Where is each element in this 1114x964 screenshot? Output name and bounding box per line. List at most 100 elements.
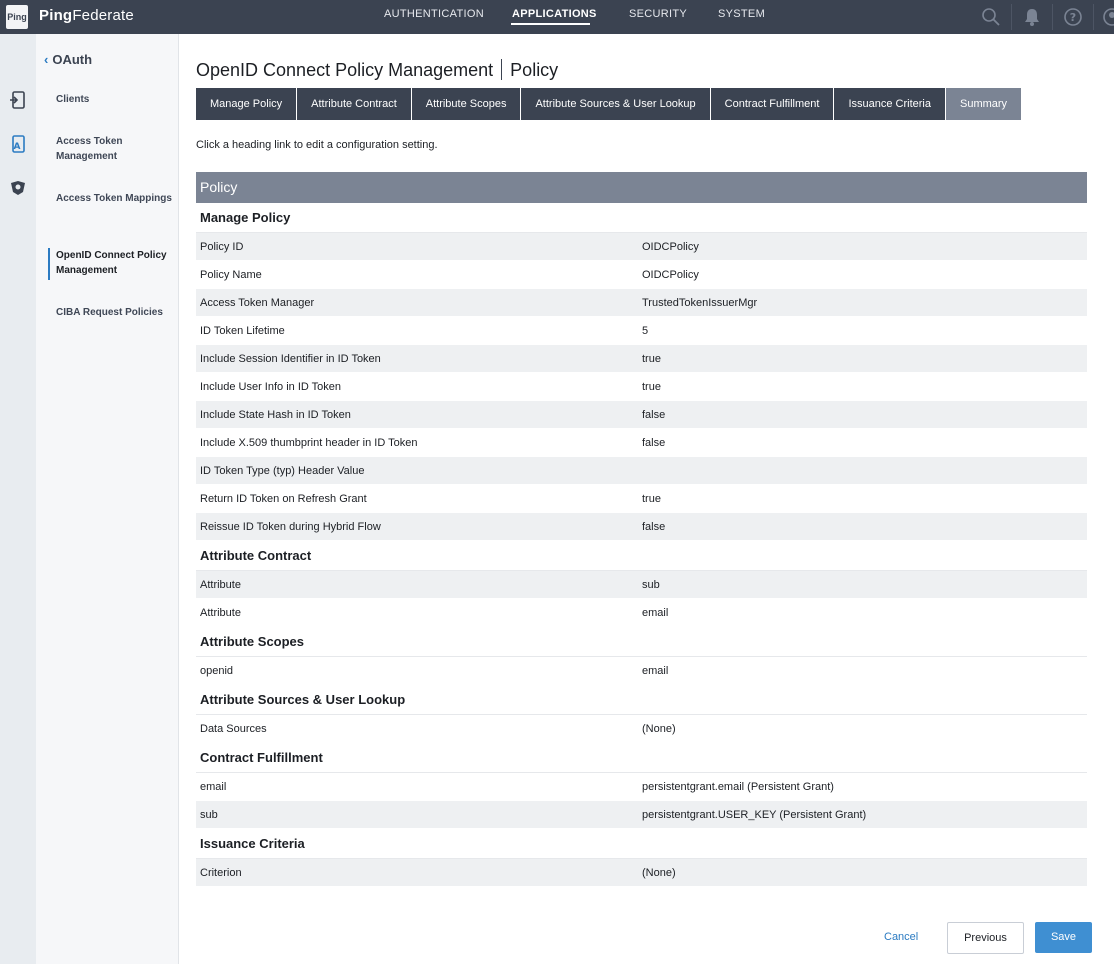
table-row: Reissue ID Token during Hybrid Flow false [196,513,1087,541]
nav-security[interactable]: SECURITY [629,8,687,20]
row-key: email [200,781,227,793]
row-key: Data Sources [200,723,267,735]
table-row: Policy Name OIDCPolicy [196,261,1087,289]
table-row: Include State Hash in ID Token false [196,401,1087,429]
back-label: OAuth [52,52,93,67]
app-phone-icon[interactable] [8,90,28,110]
federation-hub-icon[interactable] [8,178,28,198]
icon-rail: A [0,34,36,964]
top-separator [1052,4,1053,30]
tab-attribute-sources-user-lookup[interactable]: Attribute Sources & User Lookup [521,88,711,120]
help-icon[interactable]: ? [1063,7,1083,27]
svg-text:?: ? [1070,11,1076,24]
row-key: Access Token Manager [200,297,315,309]
row-value: true [642,493,661,505]
row-key: Policy Name [200,269,262,281]
previous-button[interactable]: Previous [947,922,1024,954]
row-key: Return ID Token on Refresh Grant [200,493,367,505]
nav-system[interactable]: SYSTEM [718,8,765,20]
table-row: sub persistentgrant.USER_KEY (Persistent … [196,801,1087,829]
save-button[interactable]: Save [1035,922,1092,953]
bell-icon[interactable] [1022,7,1042,27]
row-key: Reissue ID Token during Hybrid Flow [200,521,381,533]
tab-contract-fulfillment[interactable]: Contract Fulfillment [710,88,835,120]
brand-bold: Ping [39,7,73,24]
ping-logo[interactable]: Ping [6,5,28,29]
tab-issuance-criteria[interactable]: Issuance Criteria [834,88,946,120]
row-value [642,457,1087,484]
table-row: Return ID Token on Refresh Grant true [196,485,1087,513]
row-value: email [642,665,669,677]
row-value: (None) [642,723,676,735]
left-navigation: ‹ OAuth Clients Access Token Management A… [36,34,179,964]
tab-summary[interactable]: Summary [945,88,1023,120]
nav-item-clients[interactable]: Clients [56,92,174,107]
row-key: Attribute [200,607,241,619]
instruction-text: Click a heading link to edit a configura… [196,139,438,151]
table-row: ID Token Lifetime 5 [196,317,1087,345]
cancel-link[interactable]: Cancel [884,931,918,943]
oauth-app-icon[interactable]: A [8,134,28,154]
nav-item-access-token-management[interactable]: Access Token Management [56,134,174,164]
search-icon[interactable] [981,7,1001,27]
active-nav-indicator [48,248,50,280]
nav-applications[interactable]: APPLICATIONS [512,8,597,20]
table-row: openid email [196,657,1087,685]
table-row: Attribute email [196,599,1087,627]
table-row: Policy ID OIDCPolicy [196,233,1087,261]
nav-authentication[interactable]: AUTHENTICATION [384,8,484,20]
row-key: Criterion [200,867,242,879]
row-key: Include X.509 thumbprint header in ID To… [200,437,418,449]
summary-header: Policy [196,172,1087,203]
row-key: ID Token Type (typ) Header Value [200,465,365,477]
nav-item-access-token-mappings[interactable]: Access Token Mappings [56,191,174,206]
section-heading-attribute-scopes[interactable]: Attribute Scopes [196,627,1087,657]
section-heading-attribute-contract[interactable]: Attribute Contract [196,541,1087,571]
nav-item-ciba-request-policies[interactable]: CIBA Request Policies [56,305,174,320]
tab-attribute-contract[interactable]: Attribute Contract [297,88,412,120]
row-value: persistentgrant.email (Persistent Grant) [642,781,834,793]
title-divider [501,59,503,80]
row-value: OIDCPolicy [642,269,699,281]
table-row: Include Session Identifier in ID Token tr… [196,345,1087,373]
table-row: Include X.509 thumbprint header in ID To… [196,429,1087,457]
row-key: Include Session Identifier in ID Token [200,353,381,365]
row-key: ID Token Lifetime [200,325,285,337]
svg-text:A: A [14,142,21,152]
section-heading-contract-fulfillment[interactable]: Contract Fulfillment [196,743,1087,773]
section-heading-attribute-sources-user-lookup[interactable]: Attribute Sources & User Lookup [196,685,1087,715]
row-key: openid [200,665,234,677]
nav-active-indicator [511,23,590,25]
section-heading-manage-policy[interactable]: Manage Policy [196,203,1087,233]
row-value: persistentgrant.USER_KEY (Persistent Gra… [642,809,867,821]
row-key: sub [200,809,218,821]
page-title: OpenID Connect Policy Management Policy [196,59,558,81]
nav-item-openid-connect-policy-management[interactable]: OpenID Connect Policy Management [56,248,174,278]
section-heading-issuance-criteria[interactable]: Issuance Criteria [196,829,1087,859]
brand-rest: Federate [72,7,134,24]
row-key: Attribute [200,579,241,591]
row-value: OIDCPolicy [642,241,699,253]
table-row: Access Token Manager TrustedTokenIssuerMg… [196,289,1087,317]
row-value: sub [642,579,660,591]
back-to-oauth[interactable]: ‹ OAuth [44,52,92,67]
top-separator [1011,4,1012,30]
user-icon[interactable] [1102,7,1114,27]
top-separator [1093,4,1094,30]
page-title-text: OpenID Connect Policy Management [196,60,494,80]
table-row: Criterion (None) [196,859,1087,887]
row-value: email [642,607,669,619]
row-value: false [642,437,666,449]
page-subtitle: Policy [510,60,559,80]
tab-attribute-scopes[interactable]: Attribute Scopes [411,88,522,120]
table-row: Attribute sub [196,571,1087,599]
row-value: 5 [642,325,649,337]
table-row: email persistentgrant.email (Persistent G… [196,773,1087,801]
tab-manage-policy[interactable]: Manage Policy [196,88,298,120]
row-value: false [642,409,666,421]
row-value: true [642,381,661,393]
brand-name: PingFederate [39,7,134,24]
top-bar: Ping PingFederate AUTHENTICATION APPLICA… [0,0,1114,34]
table-row: Data Sources (None) [196,715,1087,743]
row-key: Include State Hash in ID Token [200,409,351,421]
